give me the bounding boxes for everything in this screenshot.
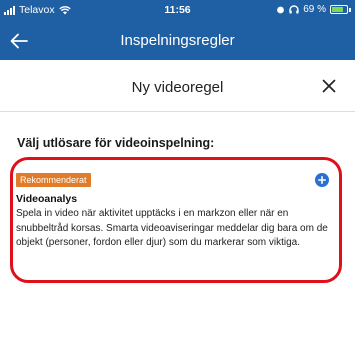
alarm-icon: [277, 6, 285, 14]
battery-icon: [330, 5, 348, 14]
app-bar: Inspelningsregler: [0, 22, 355, 60]
status-right: 69 %: [276, 4, 351, 15]
add-button[interactable]: [315, 173, 329, 187]
option-description: Spela in video när aktivitet upptäcks i …: [16, 208, 328, 248]
section-heading: Välj utlösare för videoinspelning:: [17, 136, 215, 150]
battery-cap: [349, 7, 351, 12]
battery-percent: 69 %: [303, 4, 326, 15]
sheet-header: Ny videoregel: [0, 60, 355, 112]
status-bar: Telavox 11:56 69 %: [0, 0, 355, 22]
option-card-videoanalys[interactable]: Rekommenderat Videoanalys Spela in video…: [10, 157, 342, 283]
recommended-badge: Rekommenderat: [16, 173, 91, 187]
option-title: Videoanalys: [16, 193, 78, 205]
close-icon: [322, 79, 336, 93]
sheet-title: Ny videoregel: [131, 79, 224, 96]
plus-circle-icon: [318, 176, 326, 184]
page-title: Inspelningsregler: [120, 32, 235, 49]
headphones-icon: [289, 5, 299, 14]
close-button[interactable]: [319, 76, 339, 96]
